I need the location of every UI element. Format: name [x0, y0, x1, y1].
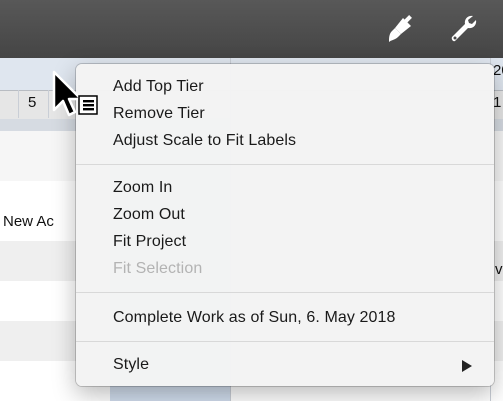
wrench-icon[interactable] — [447, 12, 481, 46]
menu-separator — [76, 164, 494, 165]
timescale-label: 20 — [493, 62, 503, 79]
menu-item-zoom-in[interactable]: Zoom In — [113, 179, 172, 197]
toolbar — [0, 0, 503, 58]
column-divider — [48, 90, 49, 118]
timescale-label: 5 — [28, 94, 37, 111]
context-menu-cursor-icon — [50, 70, 102, 126]
menu-item-zoom-out[interactable]: Zoom Out — [113, 206, 185, 224]
menu-item-fit-selection: Fit Selection — [113, 260, 203, 277]
menu-item-complete-work[interactable]: Complete Work as of Sun, 6. May 2018 — [113, 309, 396, 327]
menu-separator — [76, 341, 494, 342]
column-divider — [18, 90, 19, 118]
task-name: New Ac — [3, 213, 54, 230]
menu-separator — [76, 292, 494, 293]
menu-item-fit-project[interactable]: Fit Project — [113, 233, 186, 251]
menu-item-add-top-tier[interactable]: Add Top Tier — [113, 78, 204, 96]
paintbrush-icon[interactable] — [383, 12, 417, 46]
menu-item-adjust-scale[interactable]: Adjust Scale to Fit Labels — [113, 132, 296, 150]
submenu-arrow-icon — [462, 360, 472, 372]
menu-item-style[interactable]: Style — [113, 356, 149, 374]
context-menu: Add Top Tier Remove Tier Adjust Scale to… — [76, 64, 494, 386]
menu-item-remove-tier[interactable]: Remove Tier — [113, 105, 205, 123]
timescale-label: 1 — [493, 94, 502, 111]
task-bar-label: v — [495, 261, 503, 278]
